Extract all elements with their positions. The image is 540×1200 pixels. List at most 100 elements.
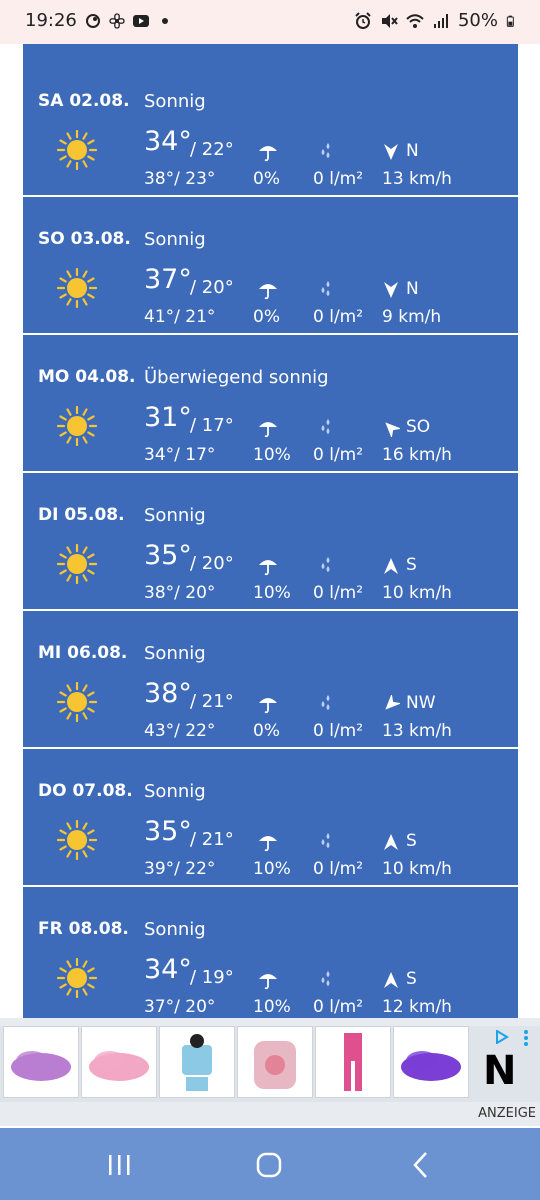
day-condition: Sonnig [144, 229, 206, 250]
forecast-day-card[interactable]: MI 06.08. Sonnig 38° / 21° 43°/ 22° 0% 0… [23, 611, 518, 747]
ad-item-football-boot[interactable] [393, 1026, 469, 1098]
sun-icon [57, 406, 97, 446]
umbrella-icon [259, 836, 277, 852]
ad-banner[interactable]: N ANZEIGE [0, 1018, 540, 1126]
wind-direction: S [406, 969, 417, 989]
wind-direction: S [406, 555, 417, 575]
wind-arrow-icon [384, 144, 398, 160]
day-date: MO 04.08. [38, 367, 136, 387]
temp-max: 34° [144, 126, 192, 157]
wind-direction: SO [406, 417, 431, 437]
wind-arrow-icon [385, 422, 400, 437]
rain-drops-icon [321, 419, 330, 434]
wind-speed: 16 km/h [382, 445, 452, 465]
rain-amount: 0 l/m² [313, 307, 364, 327]
notification-icon [86, 14, 100, 28]
sun-icon [57, 268, 97, 308]
temp-min: / 21° [190, 691, 234, 712]
forecast-list[interactable]: SA 02.08. Sonnig 34° / 22° 38°/ 23° 0% 0… [23, 44, 518, 1018]
feels-like-temps: 39°/ 22° [144, 859, 216, 879]
rain-drops-icon [321, 971, 330, 986]
product-image [89, 1051, 149, 1081]
rain-amount: 0 l/m² [313, 169, 364, 189]
wind-arrow-icon [384, 834, 398, 850]
rain-amount: 0 l/m² [313, 721, 364, 741]
umbrella-icon [259, 974, 277, 990]
rain-amount: 0 l/m² [313, 859, 364, 879]
ad-item-pink-outfit[interactable] [315, 1026, 391, 1098]
wind-direction: S [406, 831, 417, 851]
wifi-icon [406, 13, 424, 28]
umbrella-icon [259, 422, 277, 438]
wind-speed: 9 km/h [382, 307, 442, 327]
temp-max: 31° [144, 402, 192, 433]
day-date: FR 08.08. [38, 919, 129, 939]
rain-probability: 0% [253, 169, 280, 189]
forecast-day-card[interactable]: SA 02.08. Sonnig 34° / 22° 38°/ 23° 0% 0… [23, 59, 518, 195]
rain-probability: 10% [253, 445, 291, 465]
umbrella-icon [259, 146, 277, 162]
ad-item-backpack[interactable] [237, 1026, 313, 1098]
fan-icon [109, 13, 125, 29]
day-date: SA 02.08. [38, 91, 130, 111]
rain-drops-icon [321, 281, 330, 296]
rain-drops-icon [321, 557, 330, 572]
day-date: MI 06.08. [38, 643, 128, 663]
product-image [182, 1034, 212, 1091]
temp-max: 35° [144, 816, 192, 847]
product-image [401, 1051, 461, 1081]
ad-item-shoe-purple[interactable] [3, 1026, 79, 1098]
ad-item-minnie-set[interactable] [159, 1026, 235, 1098]
wind-arrow-icon [384, 282, 398, 298]
temp-min: / 21° [190, 829, 234, 850]
day-condition: Sonnig [144, 781, 206, 802]
umbrella-icon [259, 698, 277, 714]
rain-probability: 0% [253, 307, 280, 327]
wind-direction: NW [406, 693, 436, 713]
ad-brand-logo[interactable]: N [483, 1048, 516, 1094]
temp-min: / 22° [190, 139, 234, 160]
sun-icon [57, 820, 97, 860]
battery-percent: 50% [457, 10, 498, 31]
rain-drops-icon [321, 695, 330, 710]
day-condition: Sonnig [144, 919, 206, 940]
rain-amount: 0 l/m² [313, 997, 364, 1017]
sun-icon [57, 682, 97, 722]
rain-amount: 0 l/m² [313, 445, 364, 465]
wind-speed: 10 km/h [382, 583, 452, 603]
feels-like-temps: 38°/ 23° [144, 169, 216, 189]
ad-label: ANZEIGE [478, 1106, 536, 1121]
temp-min: / 20° [190, 277, 234, 298]
wind-direction: N [406, 141, 419, 161]
recent-apps-icon[interactable] [106, 1152, 132, 1178]
rain-probability: 10% [253, 997, 291, 1017]
rain-drops-icon [321, 833, 330, 848]
wind-speed: 13 km/h [382, 169, 452, 189]
forecast-day-card[interactable]: DI 05.08. Sonnig 35° / 20° 38°/ 20° 10% … [23, 473, 518, 609]
mute-icon [381, 13, 398, 28]
home-icon[interactable] [256, 1151, 282, 1179]
youtube-icon [133, 15, 149, 27]
temp-min: / 20° [190, 553, 234, 574]
battery-icon [506, 15, 514, 27]
temp-min: / 19° [190, 967, 234, 988]
forecast-day-card[interactable]: FR 08.08. Sonnig 34° / 19° 37°/ 20° 10% … [23, 887, 518, 1018]
temp-max: 35° [144, 540, 192, 571]
sun-icon [57, 544, 97, 584]
ad-item-shoe-pink[interactable] [81, 1026, 157, 1098]
temp-max: 38° [144, 678, 192, 709]
day-date: SO 03.08. [38, 229, 131, 249]
wind-speed: 13 km/h [382, 721, 452, 741]
forecast-day-card[interactable]: SO 03.08. Sonnig 37° / 20° 41°/ 21° 0% 0… [23, 197, 518, 333]
back-icon[interactable] [411, 1150, 431, 1180]
dot-icon [162, 18, 168, 24]
ad-choices-icon[interactable] [495, 1030, 509, 1044]
forecast-day-card[interactable]: MO 04.08. Überwiegend sonnig 31° / 17° 3… [23, 335, 518, 471]
forecast-day-card[interactable]: DO 07.08. Sonnig 35° / 21° 39°/ 22° 10% … [23, 749, 518, 885]
navigation-bar [0, 1128, 540, 1200]
wind-speed: 10 km/h [382, 859, 452, 879]
wind-direction: N [406, 279, 419, 299]
temp-max: 37° [144, 264, 192, 295]
ad-menu-icon[interactable] [523, 1030, 529, 1046]
status-right-icons: 50% [354, 10, 518, 31]
